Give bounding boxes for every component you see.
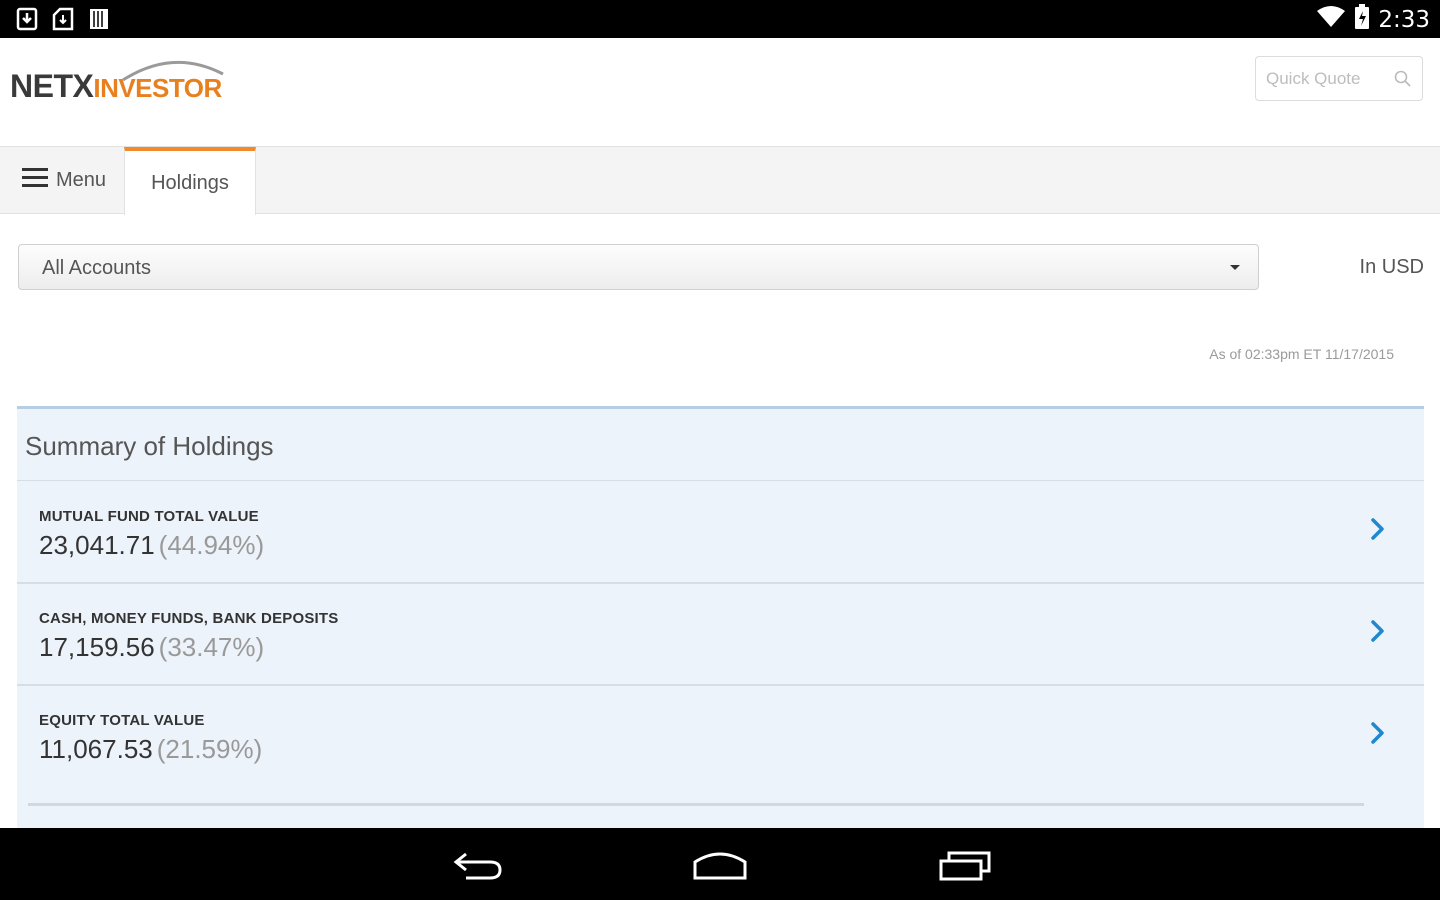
hamburger-menu-icon <box>22 167 48 194</box>
holding-row-equity[interactable]: EQUITY TOTAL VALUE 11,067.53 (21.59%) <box>17 685 1424 787</box>
holding-percent: (44.94%) <box>158 530 265 560</box>
system-nav-bar <box>0 828 1440 900</box>
barcode-icon <box>88 7 110 36</box>
holding-amount-line: 11,067.53 (21.59%) <box>39 734 262 765</box>
holding-row-cash[interactable]: CASH, MONEY FUNDS, BANK DEPOSITS 17,159.… <box>17 583 1424 685</box>
holding-amount: 17,159.56 <box>39 632 155 662</box>
recent-apps-icon[interactable] <box>938 848 994 887</box>
battery-icon <box>1354 4 1370 35</box>
back-icon[interactable] <box>452 848 504 887</box>
summary-bottom-divider <box>28 803 1364 806</box>
holding-percent: (33.47%) <box>158 632 265 662</box>
search-icon[interactable] <box>1394 70 1412 93</box>
holding-amount: 23,041.71 <box>39 530 155 560</box>
tab-bar: Menu Holdings <box>0 146 1440 215</box>
menu-label: Menu <box>56 168 107 191</box>
wifi-icon <box>1316 5 1346 34</box>
chevron-right-icon[interactable] <box>1370 517 1386 546</box>
as-of-timestamp: As of 02:33pm ET 11/17/2015 <box>1209 346 1394 362</box>
tab-holdings[interactable]: Holdings <box>124 147 256 215</box>
home-icon[interactable] <box>692 848 748 887</box>
summary-title: Summary of Holdings <box>25 431 274 461</box>
holding-label: CASH, MONEY FUNDS, BANK DEPOSITS <box>39 610 339 627</box>
status-bar: 2:33 <box>0 0 1440 38</box>
holding-amount: 11,067.53 <box>39 734 153 764</box>
holding-label: MUTUAL FUND TOTAL VALUE <box>39 508 259 525</box>
logo-netx-text: NETX <box>10 68 94 104</box>
chevron-right-icon[interactable] <box>1370 721 1386 750</box>
summary-of-holdings-panel: Summary of Holdings MUTUAL FUND TOTAL VA… <box>17 406 1424 828</box>
menu-button[interactable]: Menu <box>0 147 124 213</box>
sd-card-icon <box>52 7 74 36</box>
holding-percent: (21.59%) <box>156 734 263 764</box>
holding-amount-line: 17,159.56 (33.47%) <box>39 632 264 663</box>
status-left-icons <box>16 7 110 36</box>
status-right-icons: 2:33 <box>1316 4 1430 35</box>
status-time: 2:33 <box>1378 6 1430 33</box>
tab-holdings-label: Holdings <box>151 171 229 194</box>
quick-quote-field[interactable] <box>1255 56 1423 101</box>
account-select[interactable]: All Accounts <box>18 244 1259 290</box>
download-notification-icon <box>16 7 38 36</box>
holding-amount-line: 23,041.71 (44.94%) <box>39 530 264 561</box>
logo-investor-text: INVESTOR <box>93 73 222 103</box>
holding-label: EQUITY TOTAL VALUE <box>39 712 205 729</box>
chevron-right-icon[interactable] <box>1370 619 1386 648</box>
account-select-value: All Accounts <box>42 257 151 279</box>
dropdown-caret-icon <box>1230 265 1240 270</box>
app-header: NETXINVESTOR <box>0 38 1440 146</box>
currency-label: In USD <box>1359 256 1424 278</box>
quick-quote-input[interactable] <box>1256 57 1386 100</box>
holding-row-mutual-fund[interactable]: MUTUAL FUND TOTAL VALUE 23,041.71 (44.94%… <box>17 481 1424 583</box>
